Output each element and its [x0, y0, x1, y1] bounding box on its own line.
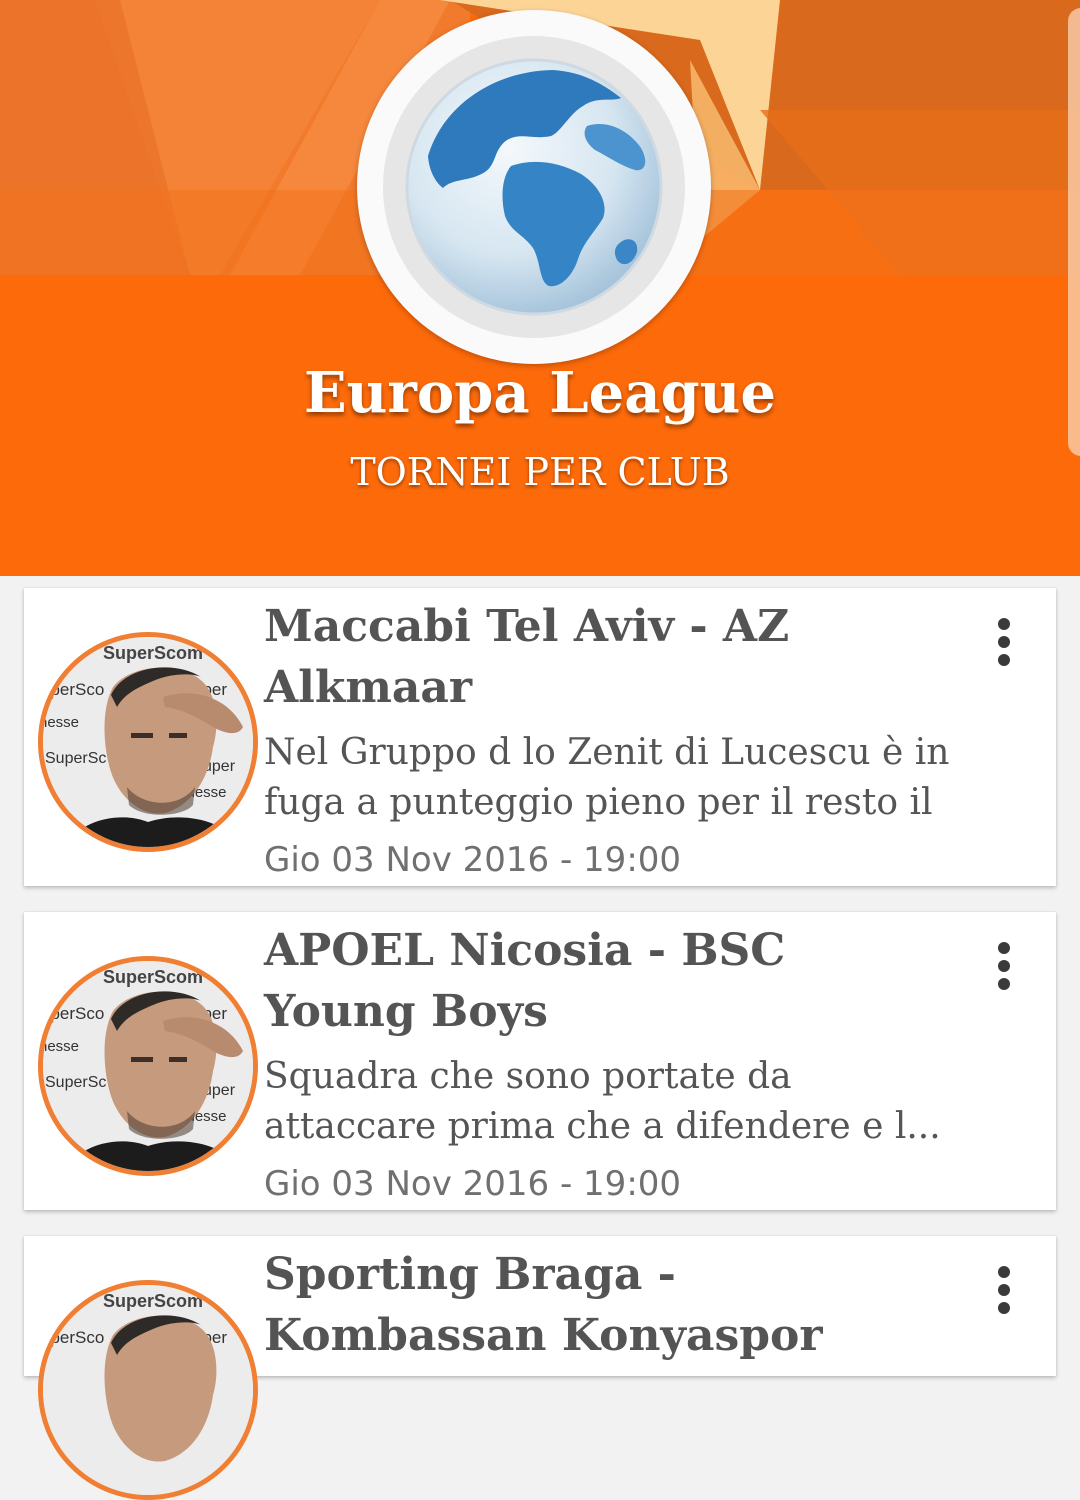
- menu-dot: [998, 942, 1010, 954]
- svg-text:SuperSc: SuperSc: [45, 750, 106, 767]
- menu-dot: [998, 1266, 1010, 1278]
- menu-dot: [998, 1284, 1010, 1296]
- league-logo: [357, 10, 711, 364]
- event-summary: Nel Gruppo d lo Zenit di Lucescu è in fu…: [264, 732, 950, 823]
- more-vertical-icon[interactable]: [978, 612, 1028, 672]
- event-title: Sporting Braga - Kombassan Konyaspor: [264, 1249, 823, 1361]
- svg-text:SuperScom: SuperScom: [103, 1291, 203, 1311]
- menu-dot: [998, 1302, 1010, 1314]
- event-card[interactable]: SuperScom uperSco uper Sporting Braga - …: [24, 1236, 1056, 1500]
- author-avatar: SuperScom uperSco uper nesse SuperSc upe…: [38, 956, 258, 1176]
- more-vertical-icon[interactable]: [978, 936, 1028, 996]
- svg-text:uperSco: uperSco: [43, 1004, 104, 1023]
- svg-text:nesse: nesse: [43, 1038, 79, 1055]
- league-category: TORNEI PER CLUB: [350, 450, 730, 494]
- svg-text:nesse: nesse: [43, 714, 79, 731]
- svg-text:SuperSc: SuperSc: [45, 1074, 106, 1091]
- author-avatar: SuperScom uperSco uper nesse SuperSc upe…: [38, 632, 258, 852]
- logo-inner: [383, 36, 685, 338]
- league-title: Europa League: [304, 360, 776, 426]
- event-card[interactable]: SuperScom uperSco uper nesse SuperSc upe…: [24, 912, 1056, 1210]
- menu-dot: [998, 636, 1010, 648]
- menu-dot: [998, 654, 1010, 666]
- menu-dot: [998, 618, 1010, 630]
- globe-icon: [405, 58, 663, 316]
- event-date: Gio 03 Nov 2016 - 19:00: [264, 840, 682, 880]
- svg-text:uperSco: uperSco: [43, 680, 104, 699]
- more-vertical-icon[interactable]: [978, 1260, 1028, 1320]
- menu-dot: [998, 978, 1010, 990]
- avatar-photo: SuperScom uperSco uper nesse SuperSc upe…: [43, 637, 253, 847]
- menu-dot: [998, 960, 1010, 972]
- event-card[interactable]: SuperScom uperSco uper nesse SuperSc upe…: [24, 588, 1056, 886]
- svg-text:SuperScom: SuperScom: [103, 967, 203, 987]
- event-date: Gio 03 Nov 2016 - 19:00: [264, 1164, 682, 1204]
- svg-text:SuperScom: SuperScom: [103, 643, 203, 663]
- event-title: Maccabi Tel Aviv - AZ Alkmaar: [264, 601, 790, 713]
- event-title: APOEL Nicosia - BSC Young Boys: [264, 925, 786, 1037]
- avatar-photo: SuperScom uperSco uper nesse SuperSc upe…: [43, 961, 253, 1171]
- author-avatar: SuperScom uperSco uper: [38, 1280, 258, 1500]
- event-summary: Squadra che sono portate da attaccare pr…: [264, 1056, 941, 1147]
- avatar-photo: SuperScom uperSco uper: [43, 1285, 253, 1495]
- league-header: Europa League TORNEI PER CLUB: [0, 0, 1080, 576]
- svg-text:uperSco: uperSco: [43, 1328, 104, 1347]
